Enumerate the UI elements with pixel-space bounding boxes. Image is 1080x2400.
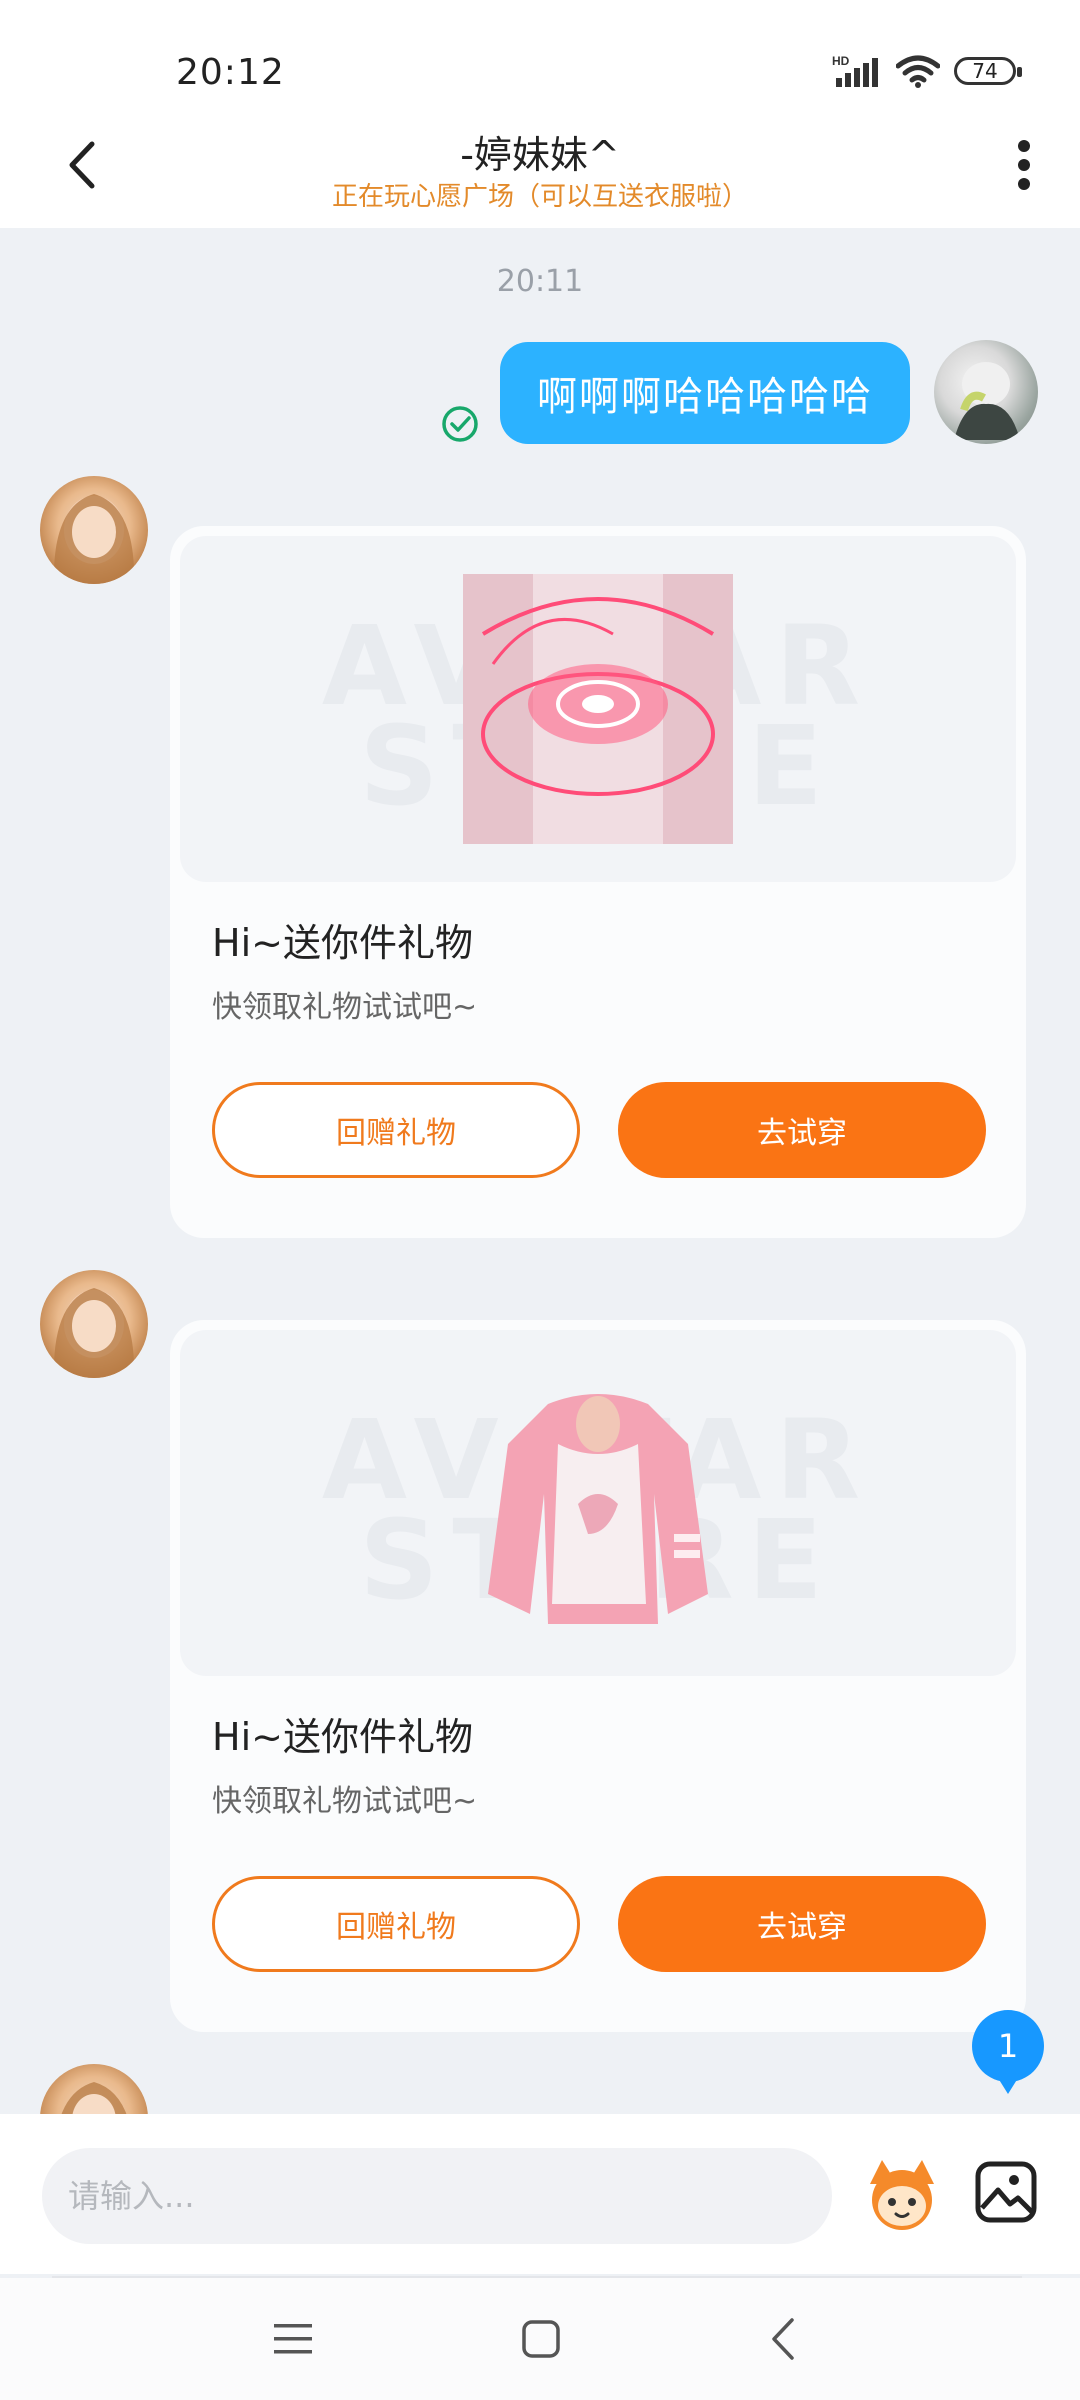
unread-badge[interactable]: 1 [972, 2010, 1044, 2094]
mascot-sticker-icon [870, 2160, 934, 2230]
gift-card[interactable]: AVATAR STORE Hi~送你件礼物 快领取礼物试试吧~ 回赠礼物 去试穿 [170, 1320, 1026, 2032]
chat-subtitle: 正在玩心愿广场（可以互送衣服啦） [331, 182, 748, 212]
home-icon [522, 2320, 560, 2358]
nav-back-button[interactable] [758, 2312, 808, 2366]
sticker-button[interactable] [862, 2154, 942, 2234]
header-area: 20:12 HD 74 -婷妹妹^ 正在玩心愿广场（可以互送衣服啦） [0, 0, 1080, 228]
time-separator: 20:11 [496, 264, 584, 299]
gift-card[interactable]: AVATAR STORE Hi~送你件礼物 快领取礼物试试吧~ 回赠礼物 去试穿 [170, 526, 1026, 1238]
chat-screen: 20:12 HD 74 -婷妹妹^ 正在玩心愿广场（可以互送衣服啦） 20:11… [0, 0, 1080, 2400]
return-gift-button[interactable]: 回赠礼物 [212, 1876, 580, 1972]
gift-subtitle: 快领取礼物试试吧~ [212, 1784, 478, 1819]
gift-preview[interactable]: AVATAR STORE [180, 536, 1016, 882]
back-arrow-icon [772, 2318, 794, 2360]
chat-title: -婷妹妹^ [460, 133, 620, 177]
return-gift-button[interactable]: 回赠礼物 [212, 1082, 580, 1178]
avatar-image [53, 1288, 135, 1378]
menu-icon [274, 2324, 312, 2354]
wifi-icon [896, 55, 940, 88]
image-button[interactable] [974, 2160, 1038, 2224]
avatar-image [954, 362, 1020, 440]
sent-check-icon [442, 406, 478, 442]
input-bar [0, 2114, 1080, 2274]
contact-avatar[interactable] [40, 1270, 148, 1378]
gift-item-image [488, 1394, 708, 1624]
gift-preview[interactable]: AVATAR STORE [180, 1330, 1016, 1676]
system-nav-bar [0, 2278, 1080, 2400]
more-vertical-icon [1018, 140, 1030, 190]
signal-icon: HD [832, 54, 878, 87]
status-time: 20:12 [176, 52, 285, 93]
my-avatar[interactable] [934, 340, 1038, 444]
gift-title: Hi~送你件礼物 [212, 921, 473, 965]
gift-title: Hi~送你件礼物 [212, 1715, 473, 1759]
more-button[interactable] [1004, 130, 1044, 200]
status-icons: HD 74 [832, 54, 1022, 88]
gift-subtitle: 快领取礼物试试吧~ [212, 990, 478, 1025]
try-on-button[interactable]: 去试穿 [618, 1876, 986, 1972]
battery-icon: 74 [954, 57, 1022, 85]
image-icon [975, 2161, 1037, 2223]
svg-text:HD: HD [832, 54, 850, 68]
avatar-image [53, 494, 135, 584]
try-on-button[interactable]: 去试穿 [618, 1082, 986, 1178]
contact-avatar[interactable] [40, 476, 148, 584]
message-input[interactable] [42, 2148, 832, 2244]
nav-home-button[interactable] [514, 2312, 568, 2366]
my-message-bubble[interactable]: 啊啊啊哈哈哈哈哈 [500, 342, 910, 444]
nav-menu-button[interactable] [268, 2314, 318, 2364]
gift-item-image [463, 574, 733, 844]
